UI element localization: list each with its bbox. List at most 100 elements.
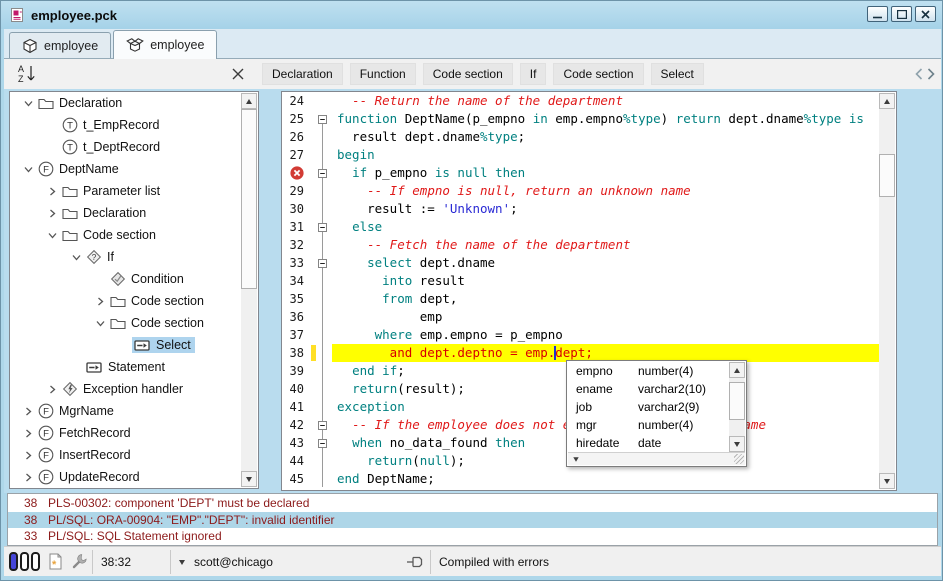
code-line-35[interactable]: 35 from dept, xyxy=(282,290,879,308)
nav-back-icon[interactable] xyxy=(915,67,923,85)
chevron-right-icon[interactable] xyxy=(44,208,60,219)
pin-icon[interactable] xyxy=(406,555,426,569)
completion-item-job[interactable]: jobvarchar2(9) xyxy=(568,398,729,416)
compile-status: Compiled with errors xyxy=(439,555,549,569)
wrench-icon[interactable] xyxy=(71,553,88,570)
fold-toggle-icon[interactable] xyxy=(312,259,332,268)
completion-item-hiredate[interactable]: hiredatedate xyxy=(568,434,729,452)
scroll-down-icon[interactable] xyxy=(729,436,745,452)
connection-label[interactable]: scott@chicago xyxy=(194,555,273,569)
code-line-29[interactable]: 29 -- If empno is null, return an unknow… xyxy=(282,182,879,200)
code-line-24[interactable]: 24 -- Return the name of the department xyxy=(282,92,879,110)
error-row[interactable]: 38PLS-00302: component 'DEPT' must be de… xyxy=(8,495,937,512)
scroll-up-icon[interactable] xyxy=(241,93,257,109)
tree-item-statement[interactable]: Statement xyxy=(10,356,258,378)
error-row[interactable]: 38PL/SQL: ORA-00904: "EMP"."DEPT": inval… xyxy=(8,512,937,529)
tab-employee[interactable]: employee xyxy=(9,32,111,58)
nav-forward-icon[interactable] xyxy=(927,67,935,85)
tree-item-parameter-list[interactable]: Parameter list xyxy=(10,180,258,202)
tree-item-insertrecord[interactable]: FInsertRecord xyxy=(10,444,258,466)
scroll-up-icon[interactable] xyxy=(879,93,895,109)
breadcrumb-function[interactable]: Function xyxy=(350,63,416,85)
tree-item-declaration[interactable]: Declaration xyxy=(10,92,258,114)
tree-item-deptname[interactable]: FDeptName xyxy=(10,158,258,180)
tree-item-condition[interactable]: Condition xyxy=(10,268,258,290)
fold-toggle-icon[interactable] xyxy=(312,169,332,178)
completion-item-empno[interactable]: empnonumber(4) xyxy=(568,362,729,380)
resize-grip[interactable] xyxy=(734,454,744,464)
editor-scroll-thumb[interactable] xyxy=(879,154,895,197)
chevron-down-icon[interactable] xyxy=(20,98,36,109)
completion-item-mgr[interactable]: mgrnumber(4) xyxy=(568,416,729,434)
tree-item-fetchrecord[interactable]: FFetchRecord xyxy=(10,422,258,444)
fold-toggle-icon[interactable] xyxy=(312,223,332,232)
code-segment xyxy=(841,110,849,128)
code-line-28[interactable]: if p_empno is null then xyxy=(282,164,879,182)
code-line-45[interactable]: 45end DeptName; xyxy=(282,470,879,488)
tree-item-select[interactable]: Select xyxy=(10,334,258,356)
completion-item-ename[interactable]: enamevarchar2(10) xyxy=(568,380,729,398)
close-tree-icon[interactable] xyxy=(230,66,246,82)
breadcrumb-declaration[interactable]: Declaration xyxy=(262,63,343,85)
tree-item-t-emprecord[interactable]: Tt_EmpRecord xyxy=(10,114,258,136)
error-row[interactable]: 33PL/SQL: SQL Statement ignored xyxy=(8,528,937,545)
breadcrumb-code-section[interactable]: Code section xyxy=(423,63,513,85)
code-line-25[interactable]: 25function DeptName(p_empno in emp.empno… xyxy=(282,110,879,128)
tree-item-code-section[interactable]: Code section xyxy=(10,290,258,312)
chevron-right-icon[interactable] xyxy=(20,472,36,483)
code-line-37[interactable]: 37 where emp.empno = p_empno xyxy=(282,326,879,344)
tree-scrollbar[interactable] xyxy=(241,93,257,487)
fold-toggle-icon[interactable] xyxy=(312,115,332,124)
tree-item-code-section[interactable]: Code section xyxy=(10,224,258,246)
chevron-right-icon[interactable] xyxy=(20,406,36,417)
scroll-down-icon[interactable] xyxy=(879,473,895,489)
chevron-down-icon[interactable] xyxy=(92,318,108,329)
popup-scroll-thumb[interactable] xyxy=(729,382,745,420)
code-line-30[interactable]: 30 result := 'Unknown'; xyxy=(282,200,879,218)
breadcrumb-code-section[interactable]: Code section xyxy=(553,63,643,85)
chevron-right-icon[interactable] xyxy=(92,296,108,307)
code-segment: if xyxy=(352,164,367,182)
fold-toggle-icon[interactable] xyxy=(312,421,332,430)
chevron-down-icon[interactable] xyxy=(44,230,60,241)
sort-alpha-icon[interactable]: AZ xyxy=(16,63,38,85)
close-button[interactable] xyxy=(915,6,936,22)
tree-item-code-section[interactable]: Code section xyxy=(10,312,258,334)
chevron-right-icon[interactable] xyxy=(20,450,36,461)
chevron-right-icon[interactable] xyxy=(44,384,60,395)
maximize-button[interactable] xyxy=(891,6,912,22)
tree-item-updaterecord[interactable]: FUpdateRecord xyxy=(10,466,258,488)
scroll-up-icon[interactable] xyxy=(729,362,745,378)
code-line-33[interactable]: 33 select dept.dname xyxy=(282,254,879,272)
tree-item-declaration[interactable]: Declaration xyxy=(10,202,258,224)
editor-scrollbar[interactable] xyxy=(879,93,895,489)
code-line-26[interactable]: 26 result dept.dname%type; xyxy=(282,128,879,146)
chevron-right-icon[interactable] xyxy=(20,428,36,439)
connection-dropdown-icon[interactable] xyxy=(179,560,185,565)
breadcrumb-if[interactable]: If xyxy=(520,63,547,85)
code-line-32[interactable]: 32 -- Fetch the name of the department xyxy=(282,236,879,254)
chevron-down-icon[interactable] xyxy=(68,252,84,263)
tree-item-t-deptrecord[interactable]: Tt_DeptRecord xyxy=(10,136,258,158)
scroll-down-icon[interactable] xyxy=(241,471,257,487)
tree-scroll-thumb[interactable] xyxy=(241,109,257,289)
fold-toggle-icon[interactable] xyxy=(312,439,332,448)
tab-employee[interactable]: employee xyxy=(113,30,217,59)
new-file-icon[interactable]: * xyxy=(48,553,63,570)
popup-scrollbar[interactable] xyxy=(729,362,745,452)
code-line-31[interactable]: 31 else xyxy=(282,218,879,236)
code-line-34[interactable]: 34 into result xyxy=(282,272,879,290)
tree-item-exception-handler[interactable]: Exception handler xyxy=(10,378,258,400)
chevron-down-icon[interactable] xyxy=(20,164,36,175)
tree-item-mgrname[interactable]: FMgrName xyxy=(10,400,258,422)
code-line-36[interactable]: 36 emp xyxy=(282,308,879,326)
tree-item-if[interactable]: ?If xyxy=(10,246,258,268)
code-contents-tree: DeclarationTt_EmpRecordTt_DeptRecordFDep… xyxy=(9,91,259,489)
minimize-button[interactable] xyxy=(867,6,888,22)
chevron-right-icon[interactable] xyxy=(44,186,60,197)
breadcrumb-select[interactable]: Select xyxy=(651,63,704,85)
svg-text:F: F xyxy=(43,164,49,175)
code-segment: function xyxy=(337,110,397,128)
code-line-27[interactable]: 27begin xyxy=(282,146,879,164)
expand-more-icon[interactable] xyxy=(573,457,578,462)
